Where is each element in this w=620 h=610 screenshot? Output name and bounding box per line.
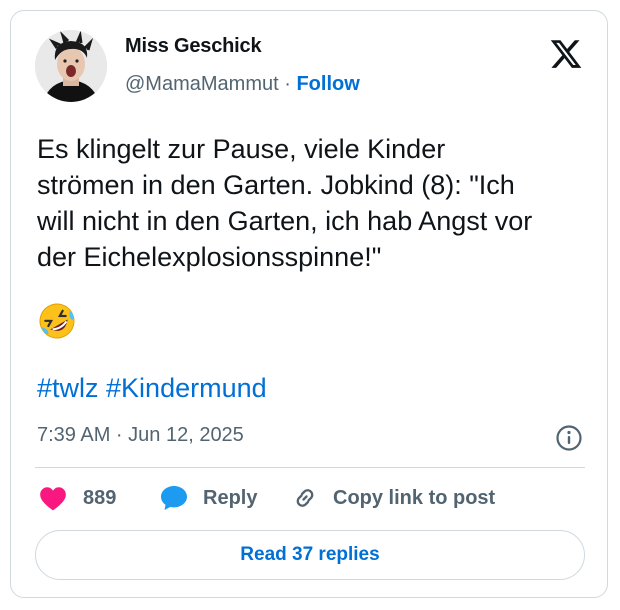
copy-link-button[interactable]: Copy link to post bbox=[291, 481, 495, 515]
heart-icon bbox=[39, 485, 67, 511]
hashtag-kindermund[interactable]: #Kindermund bbox=[106, 373, 267, 403]
author-handle[interactable]: @MamaMammut bbox=[125, 73, 279, 95]
tweet-text: Es klingelt zur Pause, viele Kinder strö… bbox=[37, 134, 533, 272]
like-button[interactable]: 889 bbox=[39, 481, 116, 515]
author-handle-row: @MamaMammut · Follow bbox=[125, 73, 360, 96]
avatar[interactable] bbox=[35, 30, 107, 102]
read-replies-label: Read 37 replies bbox=[240, 544, 380, 565]
reply-bubble-icon bbox=[159, 484, 189, 512]
tweet-timestamp[interactable]: 7:39 AM · Jun 12, 2025 bbox=[37, 424, 244, 447]
separator-dot: · bbox=[284, 73, 291, 95]
tweet-card: Miss Geschick @MamaMammut · Follow Es kl… bbox=[10, 10, 608, 598]
link-icon bbox=[291, 484, 319, 512]
author-name[interactable]: Miss Geschick bbox=[125, 35, 262, 58]
rolling-on-the-floor-laughing-emoji bbox=[37, 301, 77, 341]
info-icon[interactable] bbox=[555, 424, 583, 452]
like-count: 889 bbox=[83, 486, 117, 509]
follow-button[interactable]: Follow bbox=[296, 73, 359, 95]
divider bbox=[35, 467, 585, 468]
reply-label: Reply bbox=[203, 486, 258, 509]
hashtags: #twlz #Kindermund bbox=[37, 373, 267, 404]
copy-link-label: Copy link to post bbox=[333, 486, 496, 509]
x-logo-icon[interactable] bbox=[549, 37, 583, 71]
hashtag-twlz[interactable]: #twlz bbox=[37, 373, 99, 403]
read-replies-button[interactable]: Read 37 replies bbox=[35, 530, 585, 580]
reply-button[interactable]: Reply bbox=[159, 481, 257, 515]
